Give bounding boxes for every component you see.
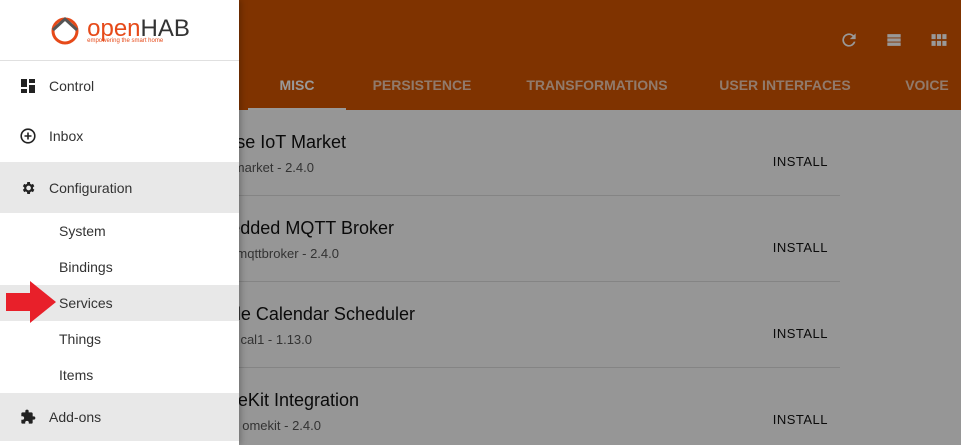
sidebar-subitem-label: Bindings (59, 259, 113, 275)
sidebar-subitem-bindings[interactable]: Bindings (0, 249, 239, 285)
app-root: MISC PERSISTENCE TRANSFORMATIONS USER IN… (0, 0, 961, 445)
logo-wordmark: openHAB empowering the smart home (87, 16, 190, 44)
grid-view-icon (931, 34, 946, 46)
addon-title: eKit Integration (237, 390, 359, 410)
tab-transformations[interactable]: TRANSFORMATIONS (512, 60, 682, 110)
gear-icon (20, 180, 36, 196)
tab-user-interfaces[interactable]: USER INTERFACES (710, 60, 860, 110)
add-circle-icon (20, 128, 36, 144)
addon-title: se IoT Market (236, 132, 346, 152)
list-view-button[interactable] (871, 28, 916, 52)
sidebar-subitem-things[interactable]: Things (0, 321, 239, 357)
logo[interactable]: openHAB empowering the smart home (0, 0, 239, 61)
sidebar-subitem-label: System (59, 223, 106, 239)
sidebar-item-configuration[interactable]: Configuration (0, 162, 239, 213)
refresh-icon (841, 33, 856, 47)
sidebar-subitem-system[interactable]: System (0, 213, 239, 249)
annotation-arrow-icon (6, 281, 56, 323)
install-button[interactable]: INSTALL (773, 412, 828, 427)
tab-voice[interactable]: VOICE (892, 60, 961, 110)
refresh-button[interactable] (826, 28, 871, 52)
sidebar-subitem-label: Services (59, 295, 113, 311)
openhab-logo-icon (51, 16, 79, 45)
navigation-drawer: openHAB empowering the smart home Contro… (0, 0, 239, 445)
addon-subtitle: omekit - 2.4.0 (242, 418, 321, 433)
sidebar-subitem-label: Items (59, 367, 94, 383)
grid-view-button[interactable] (916, 28, 961, 52)
sidebar-item-label: Inbox (49, 128, 84, 144)
list-view-icon (886, 34, 901, 46)
addon-title: edded MQTT Broker (230, 218, 394, 238)
sidebar-subitem-label: Things (59, 331, 102, 347)
addon-title: le Calendar Scheduler (236, 304, 415, 324)
addon-subtitle: cal1 - 1.13.0 (240, 332, 312, 347)
addon-subtitle: market - 2.4.0 (233, 160, 314, 175)
install-button[interactable]: INSTALL (773, 326, 828, 341)
sidebar-item-label: Configuration (49, 179, 133, 196)
sidebar-item-label: Control (49, 78, 95, 94)
sidebar-subitem-items[interactable]: Items (0, 357, 239, 393)
install-button[interactable]: INSTALL (773, 154, 828, 169)
sidebar-item-control[interactable]: Control (0, 61, 239, 111)
dashboard-icon (20, 78, 36, 94)
tab-persistence[interactable]: PERSISTENCE (358, 60, 486, 110)
install-button[interactable]: INSTALL (773, 240, 828, 255)
logo-tagline: empowering the smart home (87, 37, 164, 44)
sidebar-item-addons[interactable]: Add-ons (0, 393, 239, 441)
addon-subtitle: mqttbroker - 2.4.0 (236, 246, 339, 261)
sidebar-item-inbox[interactable]: Inbox (0, 111, 239, 161)
tab-misc[interactable]: MISC (248, 60, 346, 110)
toolbar-actions (826, 28, 961, 52)
sidebar-item-label: Add-ons (49, 409, 102, 425)
puzzle-icon (20, 409, 36, 425)
